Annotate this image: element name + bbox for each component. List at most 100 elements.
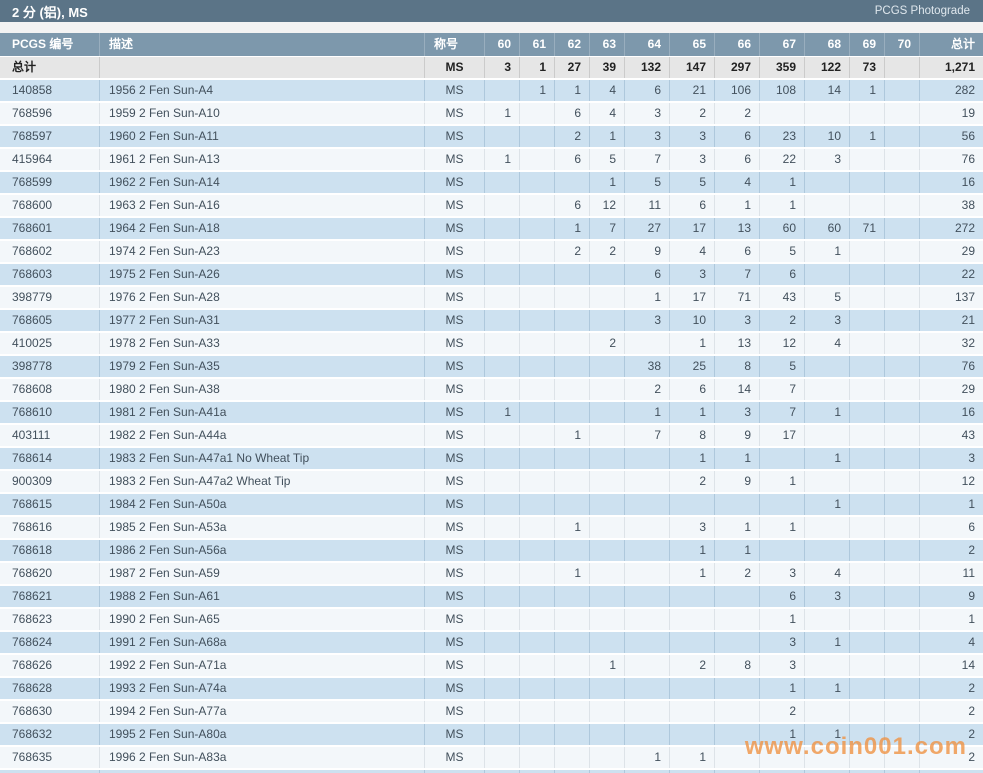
pcgs-number-link[interactable]: 140858: [0, 80, 100, 101]
pcgs-number-link[interactable]: 768599: [0, 172, 100, 193]
grade-count-63: [590, 425, 625, 446]
pcgs-number-link[interactable]: 768628: [0, 678, 100, 699]
pcgs-number-link[interactable]: 768623: [0, 609, 100, 630]
grade-count-60: [485, 517, 520, 538]
pcgs-photograde-link[interactable]: PCGS Photograde: [875, 5, 970, 17]
grade-count-60: [485, 218, 520, 239]
grade-count-65: 2: [670, 103, 715, 124]
pcgs-number-link[interactable]: 410025: [0, 333, 100, 354]
pcgs-number-link[interactable]: 768601: [0, 218, 100, 239]
grade-count-66: 3: [715, 310, 760, 331]
designation: MS: [425, 724, 485, 745]
grade-count-60: [485, 425, 520, 446]
coin-description: 1984 2 Fen Sun-A50a: [100, 494, 425, 515]
pcgs-number-link[interactable]: 768616: [0, 517, 100, 538]
pcgs-number-link[interactable]: 768608: [0, 379, 100, 400]
pcgs-number-link[interactable]: 768605: [0, 310, 100, 331]
grade-count-60: 1: [485, 402, 520, 423]
grade-count-63: [590, 356, 625, 377]
grade-count-64: 7: [625, 425, 670, 446]
grade-count-62: [555, 747, 590, 768]
designation: MS: [425, 494, 485, 515]
grade-count-64: 2: [625, 379, 670, 400]
pcgs-number-link[interactable]: 415964: [0, 149, 100, 170]
grade-count-61: [520, 448, 555, 469]
grade-count-61: [520, 241, 555, 262]
pcgs-number-link[interactable]: 768603: [0, 264, 100, 285]
grade-count-60: [485, 310, 520, 331]
grade-count-66: 4: [715, 172, 760, 193]
grade-count-62: [555, 310, 590, 331]
grade-count-69: [850, 586, 885, 607]
grade-count-61: [520, 402, 555, 423]
grade-count-63: [590, 563, 625, 584]
column-header-grade-60: 60: [485, 33, 520, 56]
grade-count-60: [485, 494, 520, 515]
grade-count-68: [805, 195, 850, 216]
grade-count-62: [555, 333, 590, 354]
grade-count-62: [555, 494, 590, 515]
coin-description: 1983 2 Fen Sun-A47a1 No Wheat Tip: [100, 448, 425, 469]
pcgs-number-link[interactable]: 768635: [0, 747, 100, 768]
column-header-total: 总计: [920, 33, 983, 56]
grade-count-66: [715, 586, 760, 607]
column-header-grade-70: 70: [885, 33, 920, 56]
pcgs-number-link[interactable]: 900309: [0, 471, 100, 492]
grade-count-63: 7: [590, 218, 625, 239]
pcgs-number-link[interactable]: 768624: [0, 632, 100, 653]
pcgs-number-link[interactable]: 768630: [0, 701, 100, 722]
pcgs-number-link[interactable]: 768596: [0, 103, 100, 124]
pcgs-number-link[interactable]: 398779: [0, 287, 100, 308]
designation: MS: [425, 678, 485, 699]
grade-count-68: 3: [805, 586, 850, 607]
row-total: 12: [920, 471, 983, 492]
pcgs-number-link[interactable]: 768626: [0, 655, 100, 676]
designation: MS: [425, 540, 485, 561]
grade-count-65: 2: [670, 471, 715, 492]
grade-count-70: [885, 402, 920, 423]
grade-count-60: 1: [485, 149, 520, 170]
grade-count-67: [760, 540, 805, 561]
grade-count-70: [885, 540, 920, 561]
grade-count-68: 10: [805, 126, 850, 147]
pcgs-number-link[interactable]: 403111: [0, 425, 100, 446]
grade-count-68: [805, 379, 850, 400]
grade-count-60: [485, 678, 520, 699]
grade-count-62: [555, 586, 590, 607]
pcgs-number-link[interactable]: 768618: [0, 540, 100, 561]
designation: MS: [425, 402, 485, 423]
pcgs-number-link[interactable]: 768610: [0, 402, 100, 423]
pcgs-number-link[interactable]: 768614: [0, 448, 100, 469]
pcgs-number-link[interactable]: 768632: [0, 724, 100, 745]
grade-count-60: [485, 747, 520, 768]
grade-count-66: 1: [715, 540, 760, 561]
pcgs-number-link[interactable]: 398778: [0, 356, 100, 377]
pcgs-number-link[interactable]: 768615: [0, 494, 100, 515]
pcgs-number-link[interactable]: 768621: [0, 586, 100, 607]
designation: MS: [425, 80, 485, 101]
grade-count-67: 23: [760, 126, 805, 147]
grade-count-65: [670, 609, 715, 630]
row-total: 137: [920, 287, 983, 308]
grade-count-64: 6: [625, 80, 670, 101]
grade-count-63: [590, 586, 625, 607]
column-header-pcgs-number: PCGS 编号: [0, 33, 100, 56]
grade-count-66: 8: [715, 356, 760, 377]
totals-row: 总计 MS 3 1 27 39 132 147 297 359 122 73 1…: [0, 57, 983, 80]
pcgs-number-link[interactable]: 768602: [0, 241, 100, 262]
grade-count-67: 108: [760, 80, 805, 101]
grade-count-61: [520, 632, 555, 653]
table-row: 398779 1976 2 Fen Sun-A28 MS 1 17 71 43 …: [0, 287, 983, 310]
pcgs-number-link[interactable]: 768597: [0, 126, 100, 147]
grade-count-60: [485, 586, 520, 607]
pcgs-number-link[interactable]: 768620: [0, 563, 100, 584]
totals-grade-66: 297: [715, 57, 760, 78]
table-row: 768596 1959 2 Fen Sun-A10 MS 1 6 4 3 2 2…: [0, 103, 983, 126]
pcgs-number-link[interactable]: 768600: [0, 195, 100, 216]
grade-count-69: [850, 471, 885, 492]
coin-description: 1975 2 Fen Sun-A26: [100, 264, 425, 285]
grade-count-60: [485, 655, 520, 676]
table-row: 768621 1988 2 Fen Sun-A61 MS 6 3 9: [0, 586, 983, 609]
grade-count-61: [520, 655, 555, 676]
grade-count-60: [485, 287, 520, 308]
